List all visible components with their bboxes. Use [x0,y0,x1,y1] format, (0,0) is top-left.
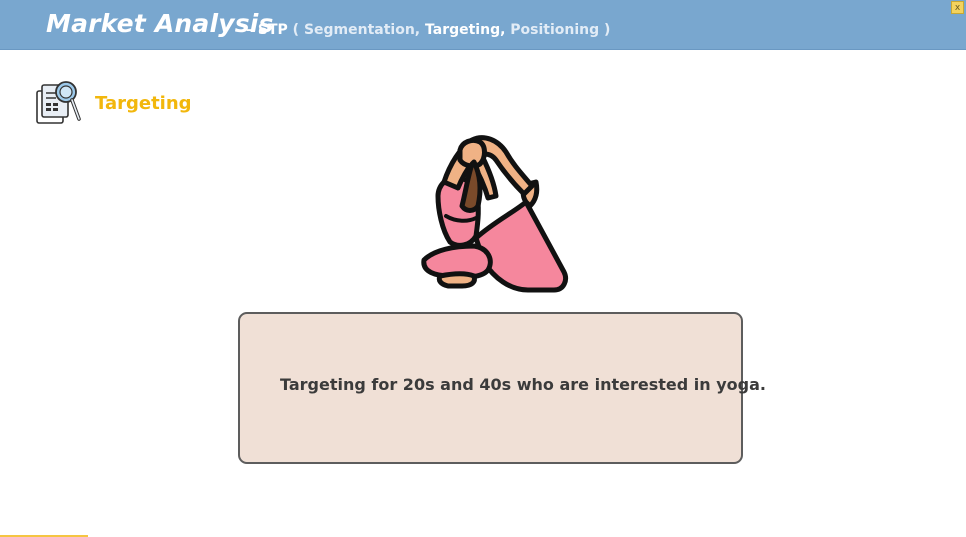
stp-breadcrumb: – STP ( Segmentation, Targeting, Positio… [246,22,610,38]
header-bar: Market Analysis – STP ( Segmentation, Ta… [0,0,966,50]
document-magnifier-icon [33,77,83,127]
close-button[interactable]: x [951,1,964,14]
title-dash: – [246,22,253,38]
page-title: Market Analysis [46,9,274,38]
paren-open: ( [292,22,300,38]
stp-label: STP [257,22,288,38]
breadcrumb-item-positioning: Positioning [510,22,600,38]
targeting-card: Targeting for 20s and 40s who are intere… [238,312,766,464]
section-title: Targeting [95,93,192,114]
breadcrumb-item-targeting: Targeting, [425,22,506,38]
targeting-description: Targeting for 20s and 40s who are intere… [280,375,766,394]
paren-close: ) [604,22,611,38]
yoga-pose-icon [414,130,570,294]
breadcrumb-item-segmentation: Segmentation, [303,22,421,38]
